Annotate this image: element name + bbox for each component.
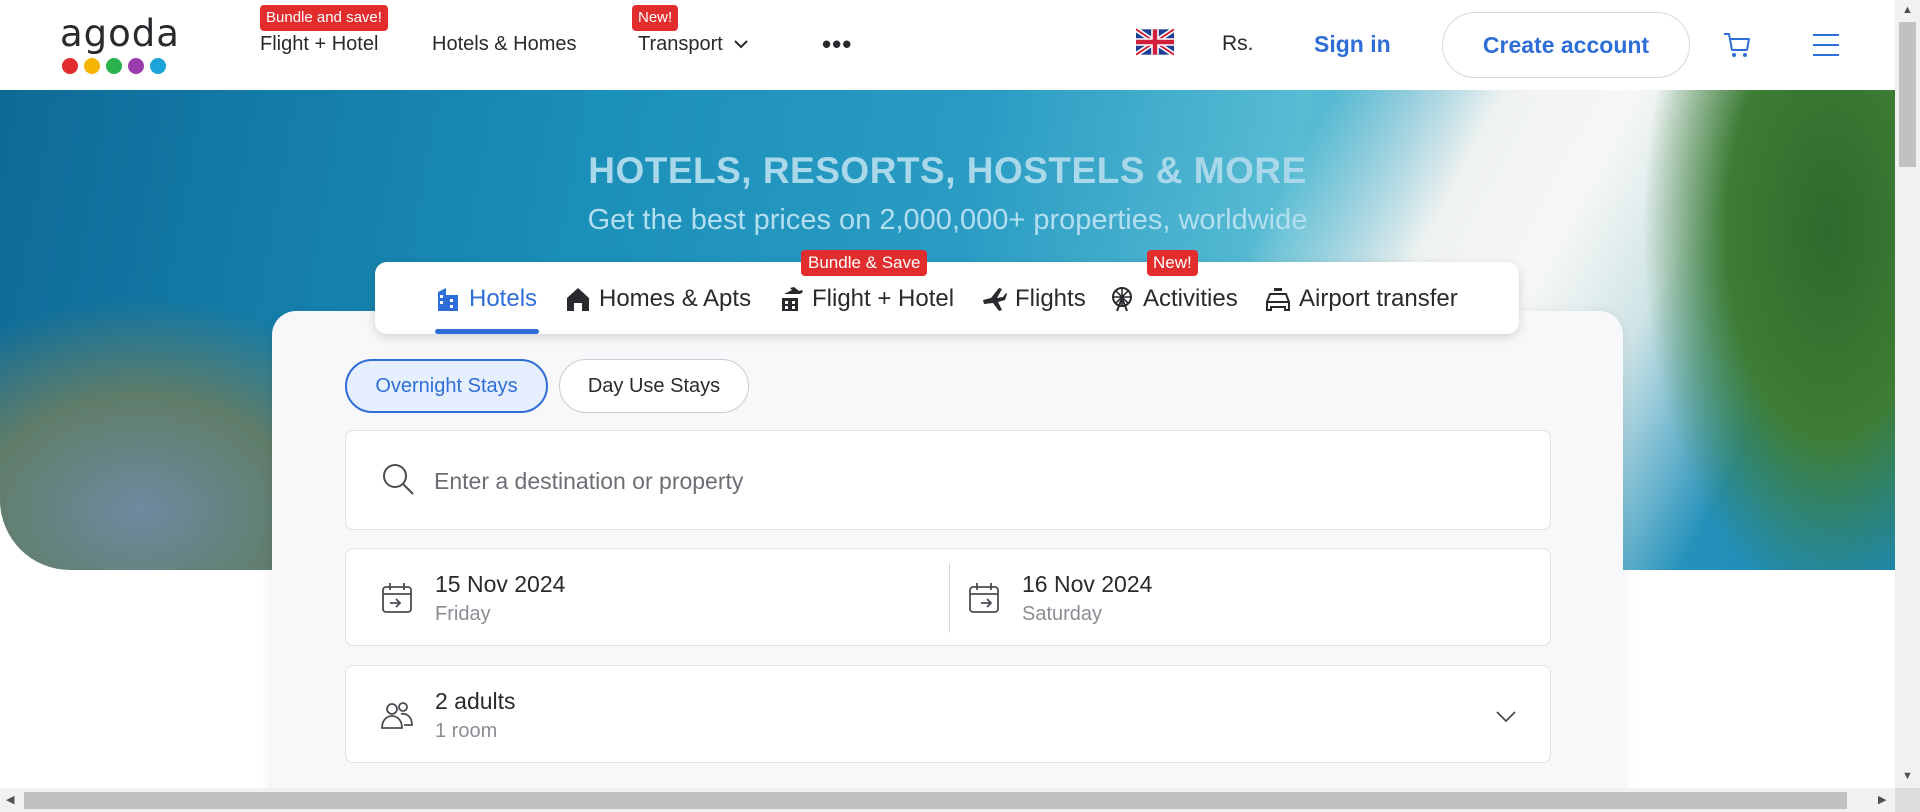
tab-homes-apts-label: Homes & Apts: [599, 285, 752, 312]
top-header: agoda Bundle and save! Flight + Hotel Ho…: [0, 0, 1895, 90]
home-icon: [567, 288, 589, 311]
logo-wordmark: agoda: [60, 12, 180, 55]
tab-airport-transfer-label: Airport transfer: [1299, 285, 1458, 312]
check-out-date-value: 16 Nov 2024: [1022, 571, 1153, 597]
nav-transport-label: Transport: [638, 33, 723, 55]
tab-homes-apts[interactable]: Homes & Apts: [565, 284, 751, 314]
hero-subtitle: Get the best prices on 2,000,000+ proper…: [587, 204, 1308, 236]
bundle-badge: Bundle and save!: [260, 5, 388, 31]
overnight-stays-button[interactable]: Overnight Stays: [345, 359, 548, 413]
chevron-down-icon: [734, 40, 748, 49]
uk-flag-icon[interactable]: [1136, 27, 1174, 57]
logo-dot-blue: [150, 58, 166, 74]
tab-hotels[interactable]: Hotels: [435, 284, 537, 314]
chevron-down-icon: [1496, 711, 1516, 723]
scrollbar-corner: [1895, 788, 1920, 812]
check-out-day: Saturday: [1022, 603, 1103, 625]
people-icon: [381, 702, 413, 729]
check-in-day: Friday: [435, 603, 491, 625]
logo-dot-purple: [128, 58, 144, 74]
agoda-logo[interactable]: agoda: [60, 12, 180, 76]
sign-in-link[interactable]: Sign in: [1314, 31, 1391, 58]
vertical-scroll-thumb[interactable]: [1899, 22, 1916, 167]
date-picker: 15 Nov 2024 Friday 16 Nov 2024 Saturday: [345, 548, 1551, 646]
currency-selector[interactable]: Rs.: [1222, 32, 1254, 56]
active-tab-indicator: [435, 329, 539, 334]
tab-flights-label: Flights: [1015, 285, 1086, 312]
logo-dot-green: [106, 58, 122, 74]
search-icon: [383, 464, 414, 495]
hero-title: HOTELS, RESORTS, HOSTELS & MORE: [588, 150, 1307, 191]
product-tabs: Hotels Homes & Apts Bundle & Save Flight…: [375, 250, 1519, 334]
plane-icon: [983, 288, 1007, 311]
destination-search-box[interactable]: [345, 430, 1551, 530]
hotel-icon: [438, 288, 458, 311]
date-divider: [949, 563, 950, 633]
flight-hotel-icon: [782, 287, 803, 311]
tab-flights[interactable]: Flights: [981, 284, 1086, 314]
nav-hotels-homes[interactable]: Hotels & Homes: [432, 32, 577, 56]
check-out-date[interactable]: 16 Nov 2024 Saturday: [951, 549, 1551, 645]
check-in-date-value: 15 Nov 2024: [435, 571, 566, 597]
more-menu-button[interactable]: •••: [822, 31, 852, 57]
adults-count: 2 adults: [435, 688, 516, 714]
ferris-wheel-icon: [1112, 287, 1132, 312]
logo-dots: [62, 58, 170, 74]
tab-hotels-label: Hotels: [469, 285, 538, 312]
scroll-down-arrow-icon[interactable]: ▼: [1902, 770, 1913, 782]
day-use-stays-button[interactable]: Day Use Stays: [559, 359, 749, 413]
horizontal-scroll-thumb[interactable]: [24, 792, 1847, 809]
check-out-calendar-icon: [969, 583, 999, 613]
create-account-button[interactable]: Create account: [1442, 12, 1690, 78]
destination-input[interactable]: [434, 461, 1514, 501]
car-icon: [1266, 288, 1290, 311]
scroll-left-arrow-icon[interactable]: ◀: [6, 793, 14, 806]
new-badge: New!: [632, 5, 679, 31]
tab-activities-label: Activities: [1143, 285, 1238, 312]
logo-dot-red: [62, 58, 78, 74]
cart-icon[interactable]: [1722, 30, 1752, 60]
hamburger-menu-icon[interactable]: [1812, 32, 1840, 58]
check-in-date[interactable]: 15 Nov 2024 Friday: [346, 549, 946, 645]
tab-activities[interactable]: Activities: [1109, 284, 1238, 314]
logo-dot-yellow: [84, 58, 100, 74]
rooms-count: 1 room: [435, 720, 498, 742]
tab-flight-hotel-label: Flight + Hotel: [812, 285, 955, 312]
guests-rooms-selector[interactable]: 2 adults 1 room: [345, 665, 1551, 763]
check-in-calendar-icon: [382, 583, 412, 613]
horizontal-scrollbar[interactable]: ◀ ▶: [0, 788, 1895, 812]
tab-airport-transfer[interactable]: Airport transfer: [1265, 284, 1458, 314]
scroll-up-arrow-icon[interactable]: ▲: [1902, 4, 1913, 16]
nav-flight-hotel[interactable]: Flight + Hotel: [260, 32, 378, 56]
scroll-right-arrow-icon[interactable]: ▶: [1878, 793, 1886, 806]
vertical-scrollbar[interactable]: ▲ ▼: [1895, 0, 1920, 788]
activities-new-badge: New!: [1147, 250, 1198, 276]
bundle-save-badge: Bundle & Save: [801, 250, 928, 276]
nav-transport[interactable]: Transport: [638, 32, 749, 56]
tab-flight-hotel[interactable]: Flight + Hotel: [778, 284, 954, 314]
